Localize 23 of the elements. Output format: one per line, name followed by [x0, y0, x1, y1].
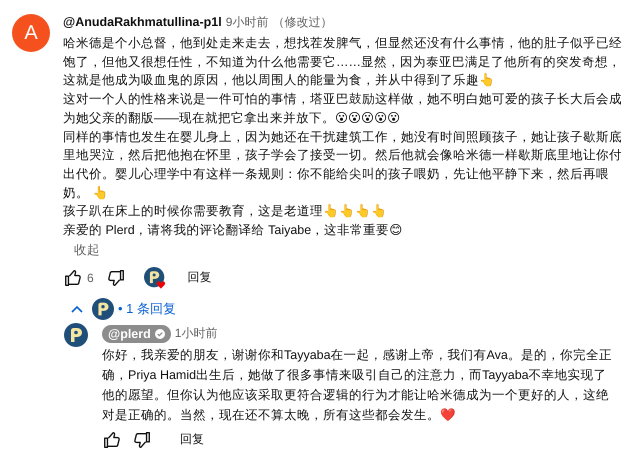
username[interactable]: @AnudaRakhmatullina-p1l [63, 15, 222, 29]
comment-text: 这对一个人的性格来说是一件可怕的事情，塔亚巴鼓励这样做，她不明白她可爱的孩子长大后会成为她父亲的翻版——现在就把它拿出来并放下。😮😮😮😮😮 [63, 92, 622, 125]
timestamp: 1小时前 [174, 325, 218, 342]
channel-avatar-icon [92, 298, 114, 320]
username[interactable]: @plerd [102, 324, 171, 343]
reply-button[interactable]: 回复 [174, 427, 210, 452]
thumbs-down-icon[interactable] [106, 268, 126, 288]
comment-text: 亲爱的 Plerd，请将我的评论翻译给 Taiyabe，这非常重要😊 [63, 223, 402, 238]
thumbs-down-icon[interactable] [132, 430, 152, 450]
edited-label: （修改过） [272, 14, 332, 31]
channel-avatar-icon[interactable] [64, 322, 88, 347]
comment-text: 孩子趴在床上的时候你需要教育，这是老道理👆👆👆👆 [63, 204, 387, 218]
reply-button[interactable]: 回复 [182, 265, 218, 290]
comment-text: 同样的事情也发生在婴儿身上，因为她还在干扰建筑工作，她没有时间照顾孩子，她让孩子歇斯底里地哭泣，然后把他抱在怀里，孩子学会了接受一切。然后他就会像哈米德一样歇斯底里地让你付出代价。婴儿心理学中有这样一条规则：你不能给尖叫的孩子喂奶，先让他平静下来，然后再喂奶。 👆 [63, 130, 622, 200]
replies-toggle[interactable]: • 1 条回复 [70, 294, 176, 323]
user-avatar[interactable]: A [12, 14, 50, 52]
thumbs-up-icon[interactable] [63, 268, 83, 288]
comment-text: 哈米德是个小总督，他到处走来走去，想找茬发脾气，但显然还没有什么事情，他的肚子似乎已经饱了，但他又很想任性，不知道为什么他需要它……显然，因为泰亚巴满足了他所有的突发奇想，这就是他成为吸血鬼的原因，他以周围人的能量为食，并从中得到了乐趣👆 [63, 36, 622, 88]
timestamp: 9小时前 [226, 14, 268, 31]
like-count: 6 [87, 270, 94, 285]
collapse-link[interactable]: 收起 [74, 242, 100, 259]
reply-text: 你好，我亲爱的朋友，谢谢你和Tayyaba在一起，感谢上帝，我们有Ava。是的，你完全正确，Priya Hamid出生后，她做了很多事情来吸引自己的注意力，而Tayyaba不幸地实现了他的愿望。但你认为他应该采取更符合逻辑的行为才能让哈米德成为一个更好的人，这绝对是正确的。当然，现在还不算太晚，所有这些都会发生。❤ [102, 348, 612, 422]
thumbs-up-icon[interactable] [102, 430, 122, 450]
